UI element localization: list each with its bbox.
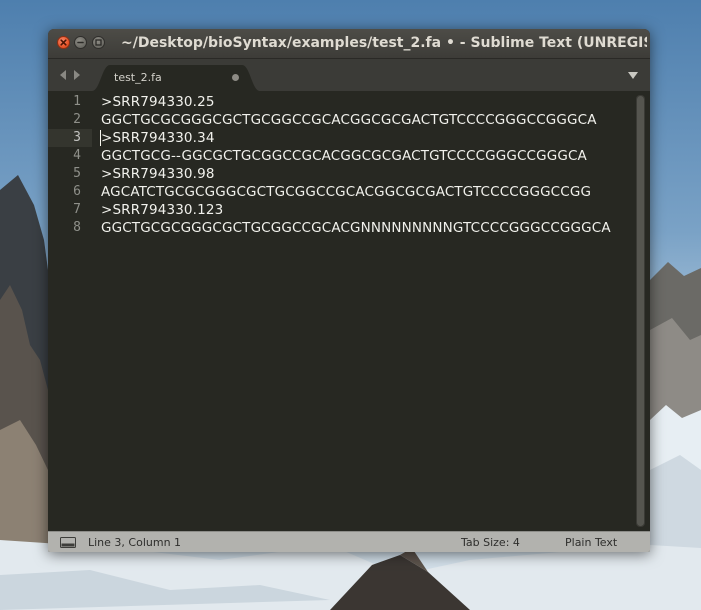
chevron-left-icon[interactable] — [58, 69, 68, 81]
close-icon — [60, 39, 67, 46]
maximize-button[interactable] — [92, 36, 105, 49]
line-number: 6 — [73, 184, 81, 199]
status-bar: Line 3, Column 1 Tab Size: 4 Plain Text — [48, 531, 650, 552]
minimize-button[interactable] — [74, 36, 87, 49]
text-cursor — [100, 130, 101, 146]
panel-toggle-icon[interactable] — [60, 537, 76, 548]
title-bar[interactable]: ~/Desktop/bioSyntax/examples/test_2.fa •… — [48, 29, 650, 59]
line-number: 4 — [73, 148, 81, 163]
editor-area[interactable]: 1 2 3 4 5 6 7 8 >SRR794330.25 GGCTGCGCGG… — [48, 91, 650, 531]
tab-bar: test_2.fa — [48, 59, 650, 91]
code-line[interactable]: GGCTGCGCGGGCGCTGCGGCCGCACGGCGCGACTGTCCCC… — [101, 111, 597, 129]
line-number-gutter: 1 2 3 4 5 6 7 8 — [48, 91, 92, 531]
line-number: 2 — [73, 112, 81, 127]
code-line[interactable]: AGCATCTGCGCGGGCGCTGCGGCCGCACGGCGCGACTGTC… — [101, 183, 591, 201]
code-line[interactable]: GGCTGCGCGGGCGCTGCGGCCGCACGNNNNNNNNNGTCCC… — [101, 219, 611, 237]
chevron-right-icon[interactable] — [72, 69, 82, 81]
chevron-down-icon[interactable] — [627, 71, 639, 80]
code-line[interactable]: >SRR794330.25 — [101, 93, 215, 111]
window-title: ~/Desktop/bioSyntax/examples/test_2.fa •… — [121, 35, 647, 51]
tab-size-selector[interactable]: Tab Size: 4 — [461, 536, 520, 549]
vertical-scrollbar[interactable] — [636, 95, 645, 527]
line-number: 3 — [73, 130, 81, 145]
line-number: 8 — [73, 220, 81, 235]
scrollbar-thumb[interactable] — [637, 96, 644, 526]
line-number: 5 — [73, 166, 81, 181]
sublime-text-window: ~/Desktop/bioSyntax/examples/test_2.fa •… — [48, 29, 650, 552]
close-button[interactable] — [57, 36, 70, 49]
code-line[interactable]: GGCTGCG--GGCGCTGCGGCCGCACGGCGCGACTGTCCCC… — [101, 147, 587, 165]
maximize-icon — [95, 39, 102, 46]
line-number: 1 — [73, 94, 81, 109]
code-line[interactable]: >SRR794330.123 — [101, 201, 223, 219]
code-line[interactable]: >SRR794330.98 — [101, 165, 215, 183]
cursor-position: Line 3, Column 1 — [88, 536, 182, 549]
code-line[interactable]: >SRR794330.34 — [101, 129, 215, 147]
tab-test-2-fa[interactable]: test_2.fa — [92, 63, 260, 91]
tab-label: test_2.fa — [114, 71, 162, 84]
line-number: 7 — [73, 202, 81, 217]
minimize-icon — [77, 41, 84, 44]
syntax-selector[interactable]: Plain Text — [565, 536, 617, 549]
unsaved-dot-icon[interactable] — [232, 74, 239, 81]
